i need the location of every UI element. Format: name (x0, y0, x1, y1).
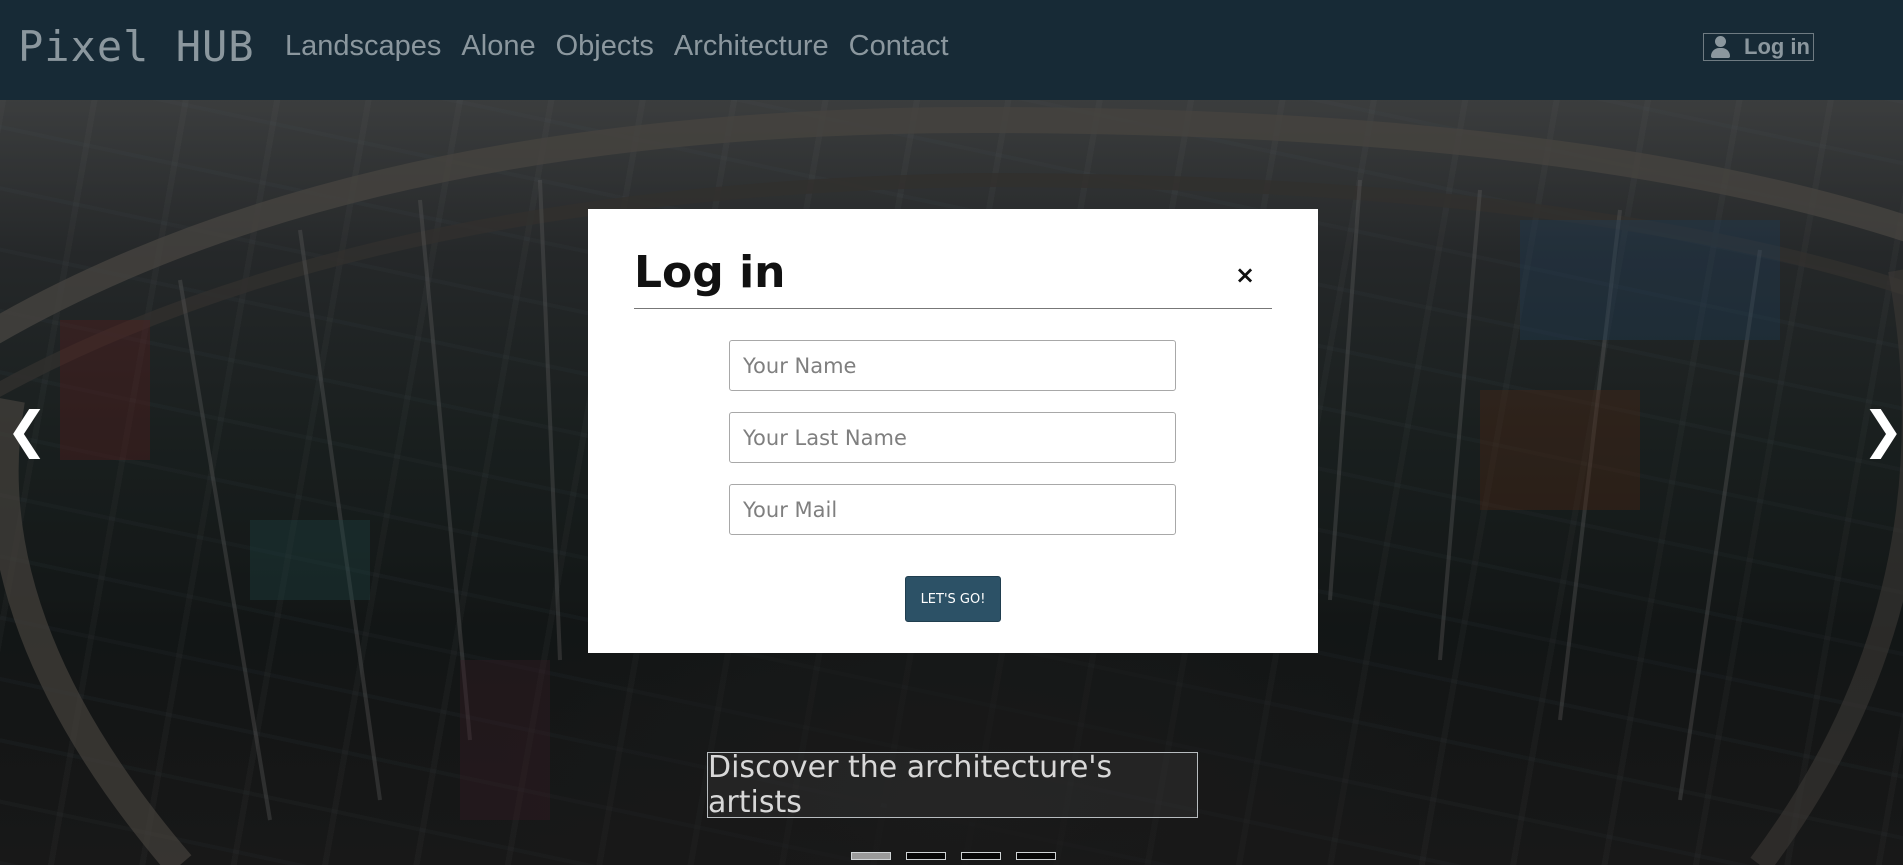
brand-logo[interactable]: Pixel HUB (18, 22, 255, 71)
carousel-indicator-3[interactable] (961, 852, 1001, 860)
nav-links: Landscapes Alone Objects Architecture Co… (285, 30, 949, 63)
nav-link-contact[interactable]: Contact (849, 30, 949, 63)
navbar: Pixel HUB Landscapes Alone Objects Archi… (0, 0, 1903, 100)
nav-link-objects[interactable]: Objects (556, 30, 654, 63)
carousel-indicators (851, 852, 1056, 860)
name-field[interactable] (729, 340, 1176, 391)
modal-title: Log in (634, 247, 786, 298)
hero-caption: Discover the architecture's artists (707, 750, 1198, 820)
login-button-label: Log in (1744, 34, 1810, 59)
nav-link-landscapes[interactable]: Landscapes (285, 30, 441, 63)
nav-link-architecture[interactable]: Architecture (674, 30, 829, 63)
submit-button[interactable]: LET'S GO! (905, 576, 1001, 622)
login-modal: Log in × LET'S GO! (588, 209, 1318, 653)
nav-link-alone[interactable]: Alone (461, 30, 535, 63)
login-button[interactable]: Log in (1703, 33, 1814, 61)
modal-divider (634, 308, 1272, 309)
user-icon (1710, 36, 1730, 58)
close-icon[interactable]: × (1235, 261, 1255, 289)
carousel-prev-icon[interactable]: ❮ (6, 405, 48, 455)
carousel-indicator-1[interactable] (851, 852, 891, 860)
carousel-next-icon[interactable]: ❯ (1862, 405, 1903, 455)
last-name-field[interactable] (729, 412, 1176, 463)
mail-field[interactable] (729, 484, 1176, 535)
carousel-indicator-4[interactable] (1016, 852, 1056, 860)
carousel-indicator-2[interactable] (906, 852, 946, 860)
